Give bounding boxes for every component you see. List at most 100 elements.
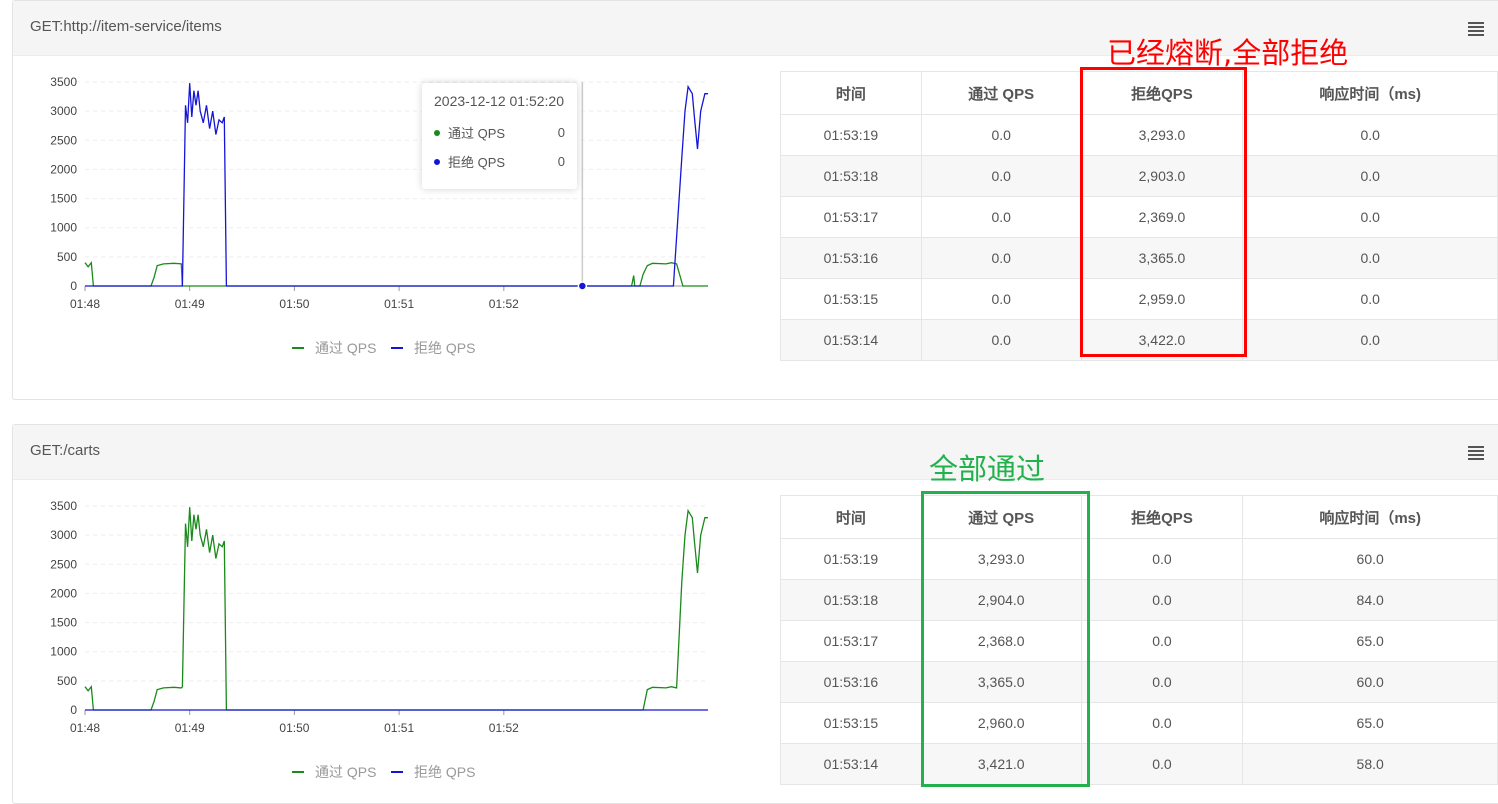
cell-reject-qps: 0.0 xyxy=(1080,538,1244,580)
chart-svg: 0 500 1000 1500 2000 2500 3000 3500 01:48 01:49 01… xyxy=(50,499,708,780)
col-time[interactable]: 时间 xyxy=(780,71,922,115)
cell-time: 01:53:15 xyxy=(780,278,922,320)
tooltip-label: 拒绝 QPS xyxy=(448,155,506,170)
legend-pass-label[interactable]: 通过 QPS xyxy=(315,340,376,356)
table-row: 01:53:17 2,368.0 0.0 65.0 xyxy=(780,620,1498,662)
panel-title: GET:/carts xyxy=(30,442,101,459)
cell-time: 01:53:19 xyxy=(780,114,922,156)
table-row: 01:53:19 3,293.0 0.0 60.0 xyxy=(780,538,1498,580)
qps-chart: 0 500 1000 1500 2000 2500 3000 3500 01:48 01:49 01… xyxy=(13,56,773,376)
cell-response-time: 84.0 xyxy=(1242,579,1498,621)
cell-time: 01:53:17 xyxy=(780,196,922,238)
y-tick-label: 2000 xyxy=(50,586,77,600)
hover-point xyxy=(577,281,588,291)
x-tick-label: 01:50 xyxy=(279,721,309,735)
table-row: 01:53:18 2,904.0 0.0 84.0 xyxy=(780,579,1498,621)
y-tick-label: 2500 xyxy=(50,557,77,571)
table-row: 01:53:16 3,365.0 0.0 60.0 xyxy=(780,661,1498,703)
y-tick-label: 3000 xyxy=(50,104,77,118)
series-line-pass[interactable] xyxy=(84,261,708,287)
cell-pass-qps: 0.0 xyxy=(920,278,1082,320)
cell-response-time: 0.0 xyxy=(1242,155,1498,197)
y-tick-label: 2500 xyxy=(50,133,77,147)
y-tick-label: 500 xyxy=(57,674,77,688)
y-tick-label: 1500 xyxy=(50,192,77,206)
tooltip-label: 通过 QPS xyxy=(448,126,506,141)
legend-reject-label[interactable]: 拒绝 QPS xyxy=(414,340,475,356)
annotation-green-box xyxy=(921,491,1090,787)
y-tick-label: 1000 xyxy=(50,645,77,659)
y-tick-label: 500 xyxy=(57,250,77,264)
y-tick-label: 3000 xyxy=(50,528,77,542)
table-row: 01:53:15 2,960.0 0.0 65.0 xyxy=(780,702,1498,744)
cell-response-time: 60.0 xyxy=(1242,661,1498,703)
cell-response-time: 58.0 xyxy=(1242,743,1498,785)
panel-header: GET:/carts xyxy=(13,425,1498,480)
x-tick-label: 01:49 xyxy=(175,297,205,311)
cell-pass-qps: 0.0 xyxy=(920,155,1082,197)
cell-pass-qps: 0.0 xyxy=(920,319,1082,361)
cell-response-time: 0.0 xyxy=(1242,237,1498,279)
annotation-red-text: 已经熔断,全部拒绝 xyxy=(1107,36,1349,70)
reject-dot-icon xyxy=(434,158,440,165)
x-tick-label: 01:52 xyxy=(489,721,519,735)
col-time[interactable]: 时间 xyxy=(780,495,922,539)
cell-response-time: 0.0 xyxy=(1242,278,1498,320)
y-tick-label: 1000 xyxy=(50,221,77,235)
series-line-reject[interactable] xyxy=(85,83,708,287)
col-pass-qps[interactable]: 通过 QPS xyxy=(920,71,1082,115)
table-header-row: 时间 通过 QPS 拒绝QPS 响应时间（ms) xyxy=(780,495,1498,539)
annotation-green-text: 全部通过 xyxy=(929,452,1046,486)
cell-time: 01:53:14 xyxy=(780,743,922,785)
y-tick-label: 1500 xyxy=(50,616,77,630)
cell-reject-qps: 0.0 xyxy=(1080,579,1244,621)
cell-pass-qps: 0.0 xyxy=(920,114,1082,156)
cell-response-time: 65.0 xyxy=(1242,620,1498,662)
cell-response-time: 60.0 xyxy=(1242,538,1498,580)
chart-svg: 0 500 1000 1500 2000 2500 3000 3500 01:48 01:49 01… xyxy=(50,75,708,356)
cell-pass-qps: 0.0 xyxy=(920,237,1082,279)
menu-icon[interactable] xyxy=(1468,446,1484,460)
col-response-time[interactable]: 响应时间（ms) xyxy=(1242,495,1498,539)
y-tick-label: 0 xyxy=(70,703,77,717)
col-response-time[interactable]: 响应时间（ms) xyxy=(1242,71,1498,115)
tooltip-row-pass: 通过 QPS 0 xyxy=(434,118,565,147)
col-reject-qps[interactable]: 拒绝QPS xyxy=(1080,495,1244,539)
tooltip-time: 2023-12-12 01:52:20 xyxy=(434,93,564,109)
cell-response-time: 0.0 xyxy=(1242,196,1498,238)
cell-response-time: 0.0 xyxy=(1242,114,1498,156)
x-tick-label: 01:49 xyxy=(175,721,205,735)
cell-reject-qps: 0.0 xyxy=(1080,661,1244,703)
x-tick-label: 01:48 xyxy=(70,721,100,735)
cell-time: 01:53:16 xyxy=(780,661,922,703)
cell-time: 01:53:19 xyxy=(780,538,922,580)
cell-time: 01:53:18 xyxy=(780,155,922,197)
y-tick-label: 3500 xyxy=(50,75,77,89)
x-tick-label: 01:51 xyxy=(384,297,414,311)
cell-time: 01:53:16 xyxy=(780,237,922,279)
qps-chart: 0 500 1000 1500 2000 2500 3000 3500 01:48 01:49 01… xyxy=(13,480,773,800)
x-tick-label: 01:48 xyxy=(70,297,100,311)
cell-reject-qps: 0.0 xyxy=(1080,743,1244,785)
legend-reject-label[interactable]: 拒绝 QPS xyxy=(414,764,475,780)
cell-reject-qps: 0.0 xyxy=(1080,702,1244,744)
panel-title: GET:http://item-service/items xyxy=(30,18,222,35)
panel-carts: GET:/carts 0 500 1000 1500 2000 2500 3000 3500 0… xyxy=(12,424,1498,804)
x-tick-label: 01:52 xyxy=(489,297,519,311)
cell-response-time: 0.0 xyxy=(1242,319,1498,361)
y-tick-label: 2000 xyxy=(50,162,77,176)
pass-dot-icon xyxy=(434,129,440,136)
cell-time: 01:53:15 xyxy=(780,702,922,744)
y-tick-label: 3500 xyxy=(50,499,77,513)
x-tick-label: 01:50 xyxy=(279,297,309,311)
cell-reject-qps: 0.0 xyxy=(1080,620,1244,662)
series-line-pass[interactable] xyxy=(84,507,708,711)
legend-pass-label[interactable]: 通过 QPS xyxy=(315,764,376,780)
cell-response-time: 65.0 xyxy=(1242,702,1498,744)
tooltip-value: 0 xyxy=(557,154,565,169)
qps-table: 时间 通过 QPS 拒绝QPS 响应时间（ms) 01:53:19 3,293.0… xyxy=(780,495,1498,785)
tooltip-value: 0 xyxy=(557,125,565,140)
menu-icon[interactable] xyxy=(1468,22,1484,36)
tooltip-row-reject: 拒绝 QPS 0 xyxy=(434,147,565,176)
chart-tooltip: 2023-12-12 01:52:20 通过 QPS 0 拒绝 QPS 0 xyxy=(422,83,577,189)
